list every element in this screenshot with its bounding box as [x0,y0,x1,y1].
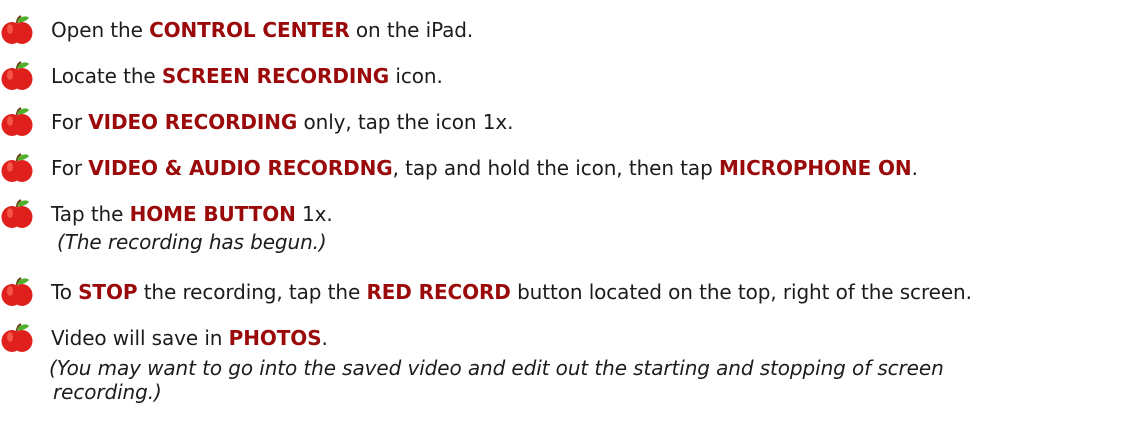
red-apple-icon [1,15,33,44]
red-apple-icon [1,61,33,90]
step-3: For VIDEO RECORDING only, tap the icon 1… [0,105,513,139]
step-6-text: To STOP the recording, tap the RED RECOR… [51,280,972,304]
keyword-photos: PHOTOS [228,326,322,350]
step-2: Locate the SCREEN RECORDING icon. [0,59,443,93]
step-6: To STOP the recording, tap the RED RECOR… [0,275,972,309]
instruction-document: Open the CONTROL CENTER on the iPad. Loc… [0,0,1125,447]
keyword-red-record: RED RECORD [366,280,511,304]
step-5-note: (The recording has begun.) [57,230,327,254]
step-7-note: (You may want to go into the saved video… [49,356,944,404]
red-apple-icon [1,277,33,306]
red-apple-icon [1,107,33,136]
keyword-screen-recording: SCREEN RECORDING [161,64,390,88]
red-apple-icon [1,153,33,182]
step-5: Tap the HOME BUTTON 1x. [0,197,333,231]
step-3-text: For VIDEO RECORDING only, tap the icon 1… [51,110,514,134]
keyword-stop: STOP [78,280,138,304]
step-5-text: Tap the HOME BUTTON 1x. [51,202,333,226]
step-4: For VIDEO & AUDIO RECORDNG, tap and hold… [0,151,918,185]
red-apple-icon [1,199,33,228]
step-7: Video will save in PHOTOS. [0,321,328,355]
step-1-text: Open the CONTROL CENTER on the iPad. [51,18,474,42]
keyword-microphone-on: MICROPHONE ON [718,156,912,180]
red-apple-icon [1,323,33,352]
step-1: Open the CONTROL CENTER on the iPad. [0,13,473,47]
keyword-home-button: HOME BUTTON [129,202,296,226]
step-4-text: For VIDEO & AUDIO RECORDNG, tap and hold… [51,156,918,180]
keyword-video-audio-recording: VIDEO & AUDIO RECORDNG [88,156,393,180]
keyword-control-center: CONTROL CENTER [149,18,350,42]
step-7-text: Video will save in PHOTOS. [51,326,328,350]
step-2-text: Locate the SCREEN RECORDING icon. [51,64,443,88]
keyword-video-recording: VIDEO RECORDING [88,110,298,134]
